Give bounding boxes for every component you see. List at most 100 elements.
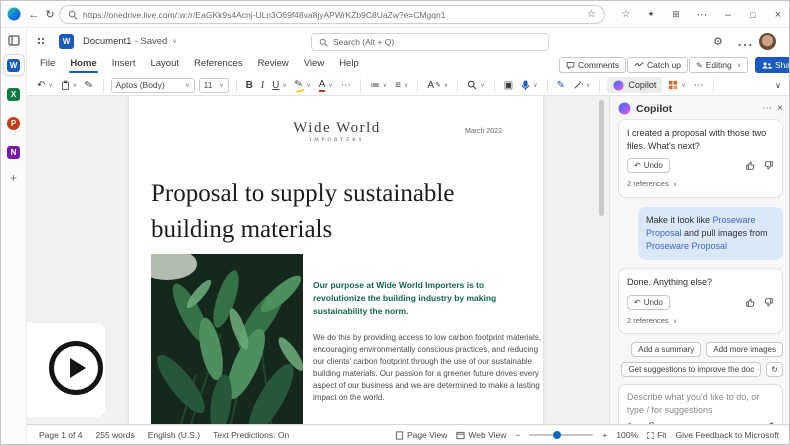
maximize-icon[interactable]: □ [744,6,762,23]
sidebar-item-word[interactable]: W [4,55,24,75]
video-play-button[interactable] [49,341,103,395]
close-icon[interactable]: × [769,6,787,23]
tabs-icon[interactable] [8,35,20,46]
document-page[interactable]: Wide World IMPORTERS March 2022 Proposal… [129,96,543,424]
extensions-icon[interactable]: ⊞ [667,6,685,23]
font-name-select[interactable]: Aptos (Body) ∨ [111,78,195,93]
panel-more-icon[interactable]: ⋯ [762,103,772,114]
sidebar-item-onenote[interactable]: N [4,142,24,162]
undo-button[interactable]: ↶ Undo [627,295,670,310]
browser-window: ← ↻ https://onedrive.live.com/:w:/r/EaGK… [0,0,790,445]
refresh-icon[interactable]: ↻ [41,6,59,23]
chevron-down-icon: ∨ [737,62,741,69]
edge-logo-icon[interactable] [7,7,21,21]
thumbs-down-icon[interactable] [763,160,774,171]
bullets-button[interactable]: ≔∨ [368,79,389,92]
alignment-button[interactable]: ≡∨ [393,79,410,92]
zoom-slider-thumb[interactable] [553,431,561,439]
powerpoint-icon: P [7,117,20,130]
page-view-button[interactable]: Page View [395,430,447,440]
highlighter-icon: ✎ [293,78,304,93]
suggestion-add-summary[interactable]: Add a summary [631,342,701,357]
app-launcher-icon[interactable] [37,37,46,46]
text-predictions-toggle[interactable]: Text Predictions: On [213,430,289,440]
doc-title-chevron-icon[interactable]: ∨ [172,38,176,45]
italic-button[interactable]: I [259,79,266,92]
web-view-button[interactable]: Web View [456,430,506,440]
text-highlight-button[interactable]: ✎ ∨ [293,78,313,93]
tab-view[interactable]: View [303,56,325,71]
favorite-star-icon[interactable]: ☆ [587,9,596,20]
editing-mode-button[interactable]: ✎ Editing ∨ [689,57,748,73]
draw-button[interactable]: ✎ [555,79,567,92]
copilot-sparkle-icon[interactable]: ✦ [642,6,660,23]
zoom-out-button[interactable]: − [515,430,520,440]
settings-gear-icon[interactable]: ⚙ [713,35,723,48]
document-scrollbar-thumb[interactable] [599,100,604,216]
ribbon-toolbar: ↶∨ ∨ ✎ Aptos (Body) ∨ 11 ∨ B I U ∨ ✎ ∨ A… [27,75,790,96]
message-text: Done. Anything else? [627,276,774,289]
suggestion-add-images[interactable]: Add more images [706,342,783,357]
styles-button[interactable]: A ✎ ∨ [425,79,450,92]
word-icon: W [7,59,20,72]
comments-button[interactable]: Comments [559,57,626,73]
collapse-ribbon-icon[interactable]: ∨ [773,80,783,91]
sidebar-item-powerpoint[interactable]: P [4,113,24,133]
sidebar-item-excel[interactable]: X [4,84,24,104]
panel-close-icon[interactable]: × [777,103,783,114]
fit-button[interactable]: Fit [647,430,666,440]
zoom-slider[interactable] [529,434,593,436]
tab-file[interactable]: File [39,56,56,71]
search-box[interactable]: Search (Alt + Q) [311,33,549,51]
thumbs-up-icon[interactable] [745,160,756,171]
refresh-suggestions-icon[interactable]: ↻ [766,362,783,377]
tab-insert[interactable]: Insert [111,56,137,71]
comment-icon [566,61,575,70]
share-button[interactable]: Share ∨ [755,57,790,73]
feedback-link[interactable]: Give Feedback to Microsoft [676,430,779,440]
thumbs-down-icon[interactable] [763,297,774,308]
suggestion-improve-doc[interactable]: Get suggestions to improve the doc [621,362,761,377]
underline-button[interactable]: U ∨ [270,79,289,92]
people-icon [762,61,772,70]
find-button[interactable]: ∨ [465,79,486,91]
more-font-options-icon[interactable]: ⋯ [339,79,353,92]
font-size-select[interactable]: 11 ∨ [199,78,229,93]
copilot-input-box[interactable]: Describe what you'd like to do, or type … [618,384,783,424]
more-commands-icon[interactable]: ⋯ [692,79,706,92]
zoom-in-button[interactable]: + [602,430,607,440]
address-bar[interactable]: https://onedrive.live.com/:w:/r/EaGKk9s4… [59,5,605,24]
editor-tools-button[interactable]: ∨ [571,79,592,91]
references-toggle[interactable]: 2 references ∨ [627,179,774,190]
page-indicator[interactable]: Page 1 of 4 [39,430,82,440]
paste-button[interactable]: ∨ [59,79,79,92]
copilot-button[interactable]: Copilot [607,77,662,93]
favorites-icon[interactable]: ☆ [617,6,635,23]
user-avatar[interactable] [759,33,776,50]
designer-button[interactable]: ▣ [502,79,515,92]
font-color-button[interactable]: A ∨ [317,78,335,93]
dictate-button[interactable]: ∨ [519,79,539,92]
proseware-proposal-link[interactable]: Proseware Proposal [646,241,727,251]
bold-button[interactable]: B [244,79,255,92]
tab-references[interactable]: References [193,56,244,71]
language-indicator[interactable]: English (U.S.) [148,430,200,440]
word-count[interactable]: 255 words [95,430,134,440]
browser-more-icon[interactable]: ⋯ [693,6,711,23]
references-toggle[interactable]: 2 references ∨ [627,316,774,327]
format-painter-icon[interactable]: ✎ [82,77,97,93]
add-sidebar-item-icon[interactable]: + [10,171,17,185]
tab-review[interactable]: Review [257,56,290,71]
tab-help[interactable]: Help [338,56,360,71]
catch-up-button[interactable]: Catch up [627,57,688,73]
undo-button[interactable]: ↶∨ [35,79,55,92]
tab-home[interactable]: Home [69,56,97,71]
minimize-icon[interactable]: – [719,6,737,23]
url-text: https://onedrive.live.com/:w:/r/EaGKk9s4… [83,10,582,20]
zoom-level[interactable]: 100% [616,430,638,440]
tab-layout[interactable]: Layout [149,56,180,71]
table-designer-button[interactable]: ∨ [666,79,687,91]
thumbs-up-icon[interactable] [745,297,756,308]
undo-button[interactable]: ↶ Undo [627,158,670,173]
header-more-icon[interactable]: ⋯ [737,35,753,55]
